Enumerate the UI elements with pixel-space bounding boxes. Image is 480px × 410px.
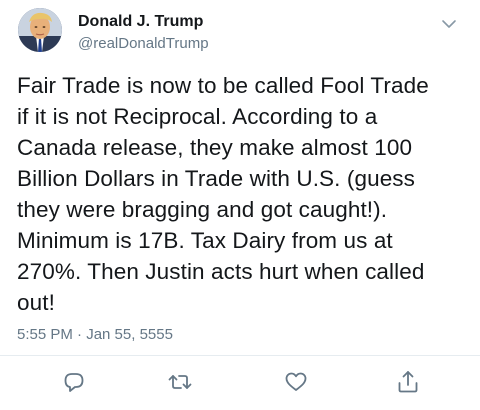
share-button[interactable]	[394, 368, 422, 396]
like-button[interactable]	[282, 368, 310, 396]
tweet-text: Fair Trade is now to be called Fool Trad…	[17, 73, 429, 315]
heart-icon	[285, 372, 307, 391]
author-name[interactable]: Donald J. Trump	[78, 13, 203, 31]
retweet-button[interactable]	[166, 368, 194, 396]
reply-icon	[64, 373, 84, 392]
retweet-icon	[168, 375, 192, 389]
divider	[0, 355, 480, 356]
avatar-image	[18, 8, 62, 52]
avatar[interactable]	[18, 8, 62, 52]
author-handle[interactable]: @realDonaldTrump	[78, 35, 209, 52]
chevron-down-icon[interactable]	[440, 15, 458, 33]
tweet-card: Donald J. Trump @realDonaldTrump Fair Tr…	[0, 0, 480, 410]
share-icon	[398, 371, 418, 393]
action-bar	[0, 368, 480, 400]
reply-button[interactable]	[60, 368, 88, 396]
tweet-timestamp[interactable]: 5:55 PM · Jan 55, 5555	[17, 326, 173, 343]
